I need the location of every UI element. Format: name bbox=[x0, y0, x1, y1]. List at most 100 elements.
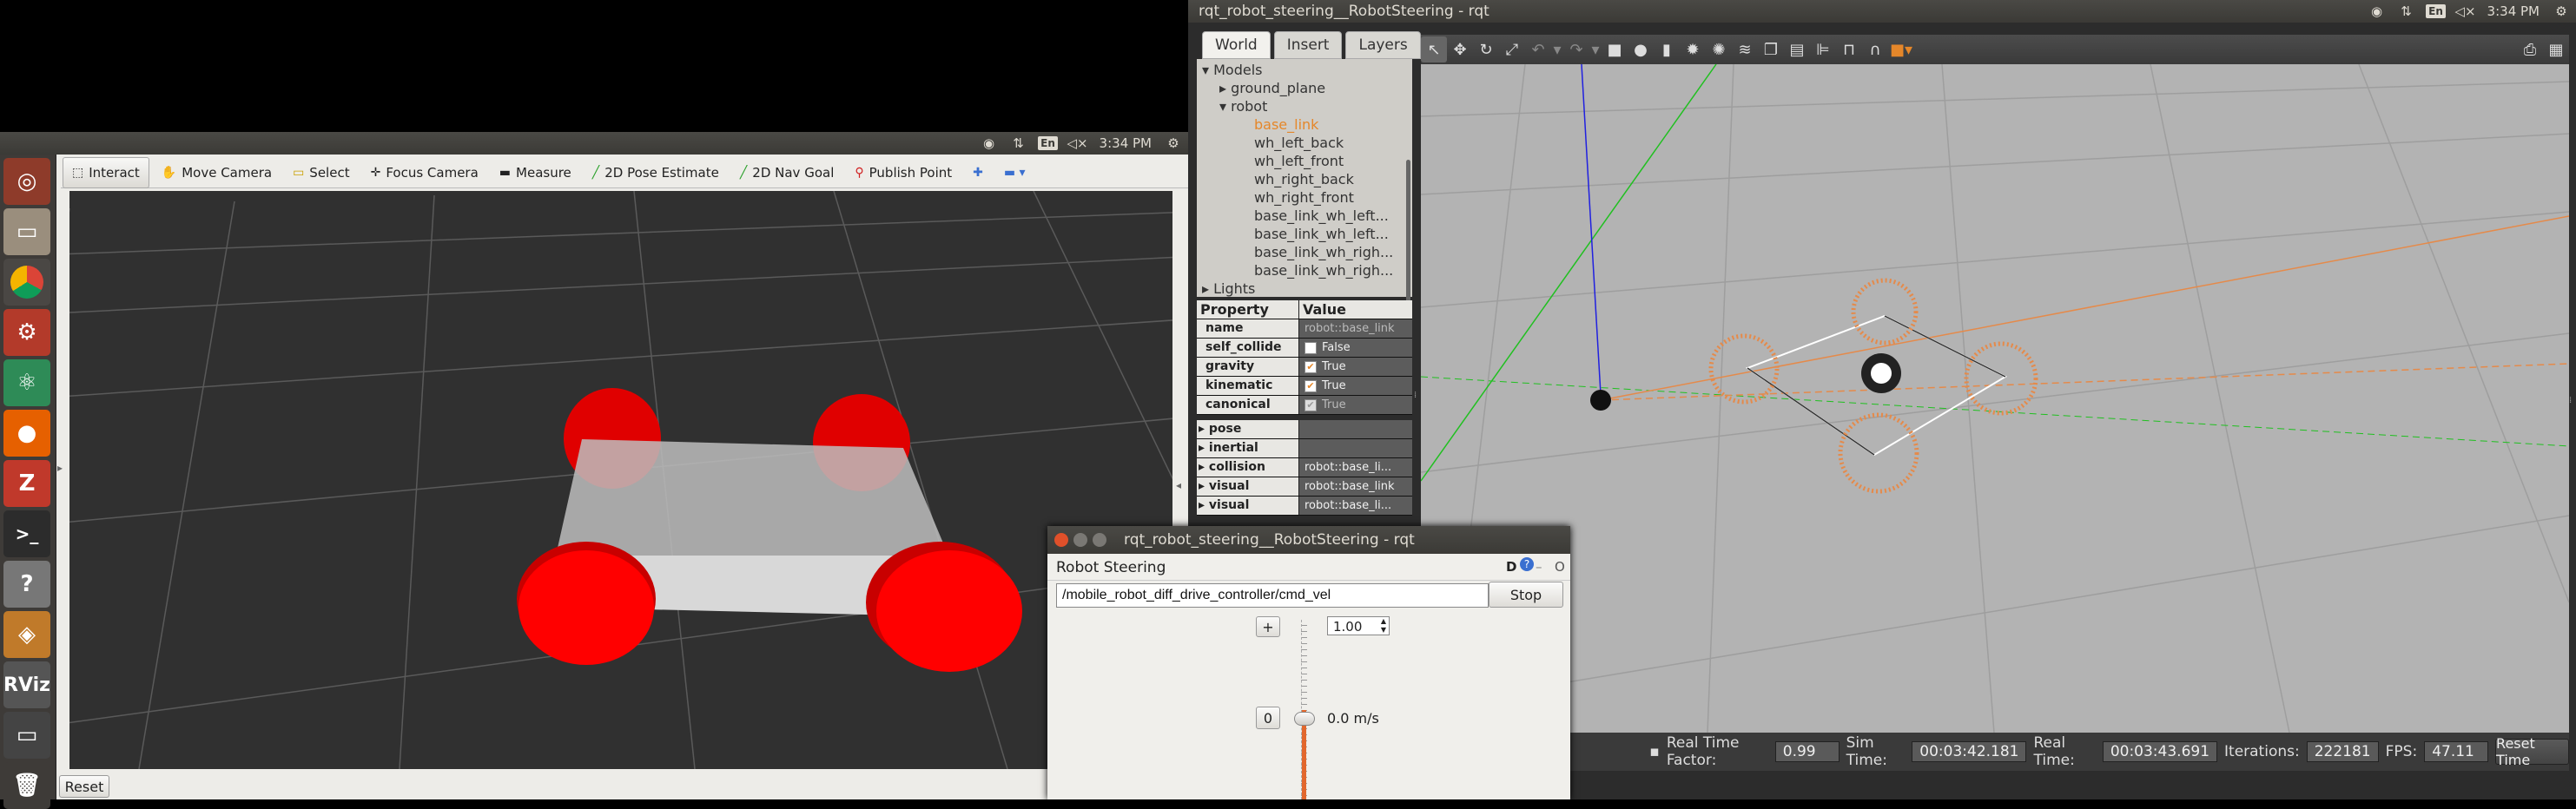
stop-button[interactable]: Stop bbox=[1489, 582, 1563, 608]
topic-input[interactable] bbox=[1056, 583, 1489, 608]
tool-select[interactable]: ▭ Select bbox=[284, 158, 359, 187]
reset-time-button[interactable]: Reset Time bbox=[2495, 735, 2570, 768]
tree-link[interactable]: base_link_wh_righ... bbox=[1197, 261, 1412, 280]
redo-icon[interactable]: ↷ bbox=[1563, 36, 1589, 62]
minimize-window-icon[interactable] bbox=[1073, 533, 1087, 547]
tool-measure[interactable]: ▬ Measure bbox=[491, 158, 580, 187]
gear-icon[interactable]: ⚙ bbox=[2551, 2, 2572, 21]
property-group[interactable]: ▸ pose bbox=[1197, 420, 1412, 439]
firefox-icon[interactable]: ● bbox=[3, 410, 50, 457]
undo-dropdown-icon[interactable]: ▾ bbox=[1551, 36, 1563, 62]
box-shape-icon[interactable]: ■ bbox=[1602, 36, 1628, 62]
tab-insert[interactable]: Insert bbox=[1273, 31, 1343, 59]
settings-icon[interactable]: ⚙ bbox=[3, 309, 50, 356]
tab-layers[interactable]: Layers bbox=[1345, 31, 1421, 59]
paste-icon[interactable]: ▤ bbox=[1784, 36, 1810, 62]
terminal-icon[interactable]: >_ bbox=[3, 510, 50, 557]
property-value-checkbox[interactable]: ✔ True bbox=[1299, 358, 1412, 376]
tool-2d-nav-goal[interactable]: ╱ 2D Nav Goal bbox=[731, 158, 843, 187]
volume-icon[interactable]: ◁× bbox=[1067, 134, 1088, 153]
gazebo-3d-view[interactable] bbox=[1421, 64, 2569, 733]
log-icon[interactable]: ▦ bbox=[2543, 36, 2569, 62]
clock[interactable]: 3:34 PM bbox=[1100, 135, 1152, 151]
color-picker-icon[interactable]: ■▾ bbox=[1888, 36, 1914, 62]
volume-icon[interactable]: ◁× bbox=[2455, 2, 2476, 21]
tree-scrollbar[interactable] bbox=[1406, 160, 1410, 304]
property-group[interactable]: ▸ visual robot::base_li... bbox=[1197, 497, 1412, 516]
copy-icon[interactable]: ❐ bbox=[1758, 36, 1784, 62]
rviz-icon[interactable]: RViz bbox=[3, 661, 50, 708]
spinbox-arrows-icon[interactable]: ▲ ▼ bbox=[1381, 617, 1386, 635]
directional-light-icon[interactable]: ≋ bbox=[1732, 36, 1758, 62]
tree-link[interactable]: base_link_wh_left... bbox=[1197, 207, 1412, 225]
spot-light-icon[interactable]: ✺ bbox=[1706, 36, 1732, 62]
window-icon[interactable]: ▭ bbox=[3, 712, 50, 759]
tool-interact[interactable]: ⬚ Interact bbox=[63, 157, 149, 188]
tree-robot[interactable]: ▾ robot bbox=[1197, 97, 1412, 115]
tree-models[interactable]: ▾ Models bbox=[1197, 61, 1412, 79]
plugin-options-icon[interactable]: O bbox=[1555, 559, 1565, 575]
checkbox-checked[interactable]: ✔ bbox=[1305, 379, 1317, 392]
max-linear-spinbox[interactable]: 1.00 ▲ ▼ bbox=[1327, 616, 1390, 635]
files-icon[interactable]: ▭ bbox=[3, 208, 50, 255]
align-icon[interactable]: ⊫ bbox=[1810, 36, 1836, 62]
chrome-indicator-icon[interactable]: ◉ bbox=[2367, 2, 2388, 21]
tree-lights[interactable]: ▸ Lights bbox=[1197, 280, 1412, 298]
software-center-icon[interactable]: ◈ bbox=[3, 611, 50, 658]
tree-link[interactable]: wh_right_back bbox=[1197, 170, 1412, 188]
keyboard-lang-indicator[interactable]: En bbox=[1038, 134, 1059, 153]
panel-splitter-handle[interactable]: ⁞ bbox=[1414, 391, 1417, 400]
property-group[interactable]: ▸ inertial bbox=[1197, 439, 1412, 458]
close-window-icon[interactable] bbox=[1054, 533, 1068, 547]
tree-link[interactable]: base_link bbox=[1197, 115, 1412, 134]
property-value[interactable]: robot::base_link bbox=[1299, 319, 1412, 338]
translate-mode-icon[interactable]: ✥ bbox=[1447, 36, 1473, 62]
magnet-icon[interactable]: ∩ bbox=[1862, 36, 1888, 62]
chrome-indicator-icon[interactable]: ◉ bbox=[979, 134, 1000, 153]
gear-icon[interactable]: ⚙ bbox=[1163, 134, 1184, 153]
select-mode-icon[interactable]: ↖ bbox=[1421, 36, 1447, 62]
add-tool-button[interactable]: ✚ bbox=[964, 158, 992, 187]
property-value-checkbox[interactable]: ✔ True bbox=[1299, 377, 1412, 395]
tree-link[interactable]: wh_left_front bbox=[1197, 152, 1412, 170]
tree-link[interactable]: base_link_wh_left... bbox=[1197, 225, 1412, 243]
plus-button[interactable]: + bbox=[1256, 616, 1280, 637]
redo-dropdown-icon[interactable]: ▾ bbox=[1589, 36, 1602, 62]
tree-ground-plane[interactable]: ▸ ground_plane bbox=[1197, 79, 1412, 97]
rviz-3d-view[interactable] bbox=[69, 191, 1172, 769]
undo-icon[interactable]: ↶ bbox=[1525, 36, 1551, 62]
rotate-mode-icon[interactable]: ↻ bbox=[1473, 36, 1499, 62]
scale-mode-icon[interactable]: ⤢ bbox=[1499, 36, 1525, 62]
atom-icon[interactable]: ⚛ bbox=[3, 359, 50, 406]
snap-icon[interactable]: ⊓ bbox=[1836, 36, 1862, 62]
property-group[interactable]: ▸ visual robot::base_link bbox=[1197, 477, 1412, 497]
property-group[interactable]: ▸ collision robot::base_li... bbox=[1197, 458, 1412, 477]
checkbox-checked[interactable]: ✔ bbox=[1305, 360, 1317, 373]
tool-publish-point[interactable]: ⚲ Publish Point bbox=[846, 158, 961, 187]
tool-move-camera[interactable]: ✋ Move Camera bbox=[153, 158, 281, 187]
chrome-icon[interactable] bbox=[3, 259, 50, 306]
dash-home-icon[interactable]: ◎ bbox=[3, 158, 50, 205]
rviz-left-collapse-handle[interactable]: ▸ bbox=[57, 462, 66, 479]
tree-link[interactable]: wh_left_back bbox=[1197, 134, 1412, 152]
clock[interactable]: 3:34 PM bbox=[2487, 3, 2540, 19]
point-light-icon[interactable]: ✹ bbox=[1680, 36, 1706, 62]
property-value-checkbox[interactable]: False bbox=[1299, 339, 1412, 357]
maximize-window-icon[interactable] bbox=[1093, 533, 1106, 547]
linear-slider-handle[interactable] bbox=[1294, 712, 1315, 726]
plugin-help-icon[interactable]: ? bbox=[1520, 557, 1534, 571]
zotero-icon[interactable]: Z bbox=[3, 460, 50, 507]
screenshot-icon[interactable]: ⎙ bbox=[2517, 36, 2543, 62]
cylinder-shape-icon[interactable]: ▮ bbox=[1654, 36, 1680, 62]
plugin-dock-icon[interactable]: D bbox=[1506, 559, 1516, 575]
keyboard-lang-indicator[interactable]: En bbox=[2426, 2, 2447, 21]
rviz-reset-button[interactable]: Reset bbox=[59, 775, 109, 798]
remove-tool-button[interactable]: ▬ ▾ bbox=[995, 158, 1034, 187]
sphere-shape-icon[interactable]: ● bbox=[1628, 36, 1654, 62]
network-icon[interactable]: ⇅ bbox=[1008, 134, 1029, 153]
tree-link[interactable]: base_link_wh_righ... bbox=[1197, 243, 1412, 261]
tree-link[interactable]: wh_right_front bbox=[1197, 188, 1412, 207]
tab-world[interactable]: World bbox=[1202, 31, 1271, 59]
network-icon[interactable]: ⇅ bbox=[2396, 2, 2417, 21]
rviz-right-collapse-handle[interactable]: ◂ bbox=[1176, 479, 1185, 497]
